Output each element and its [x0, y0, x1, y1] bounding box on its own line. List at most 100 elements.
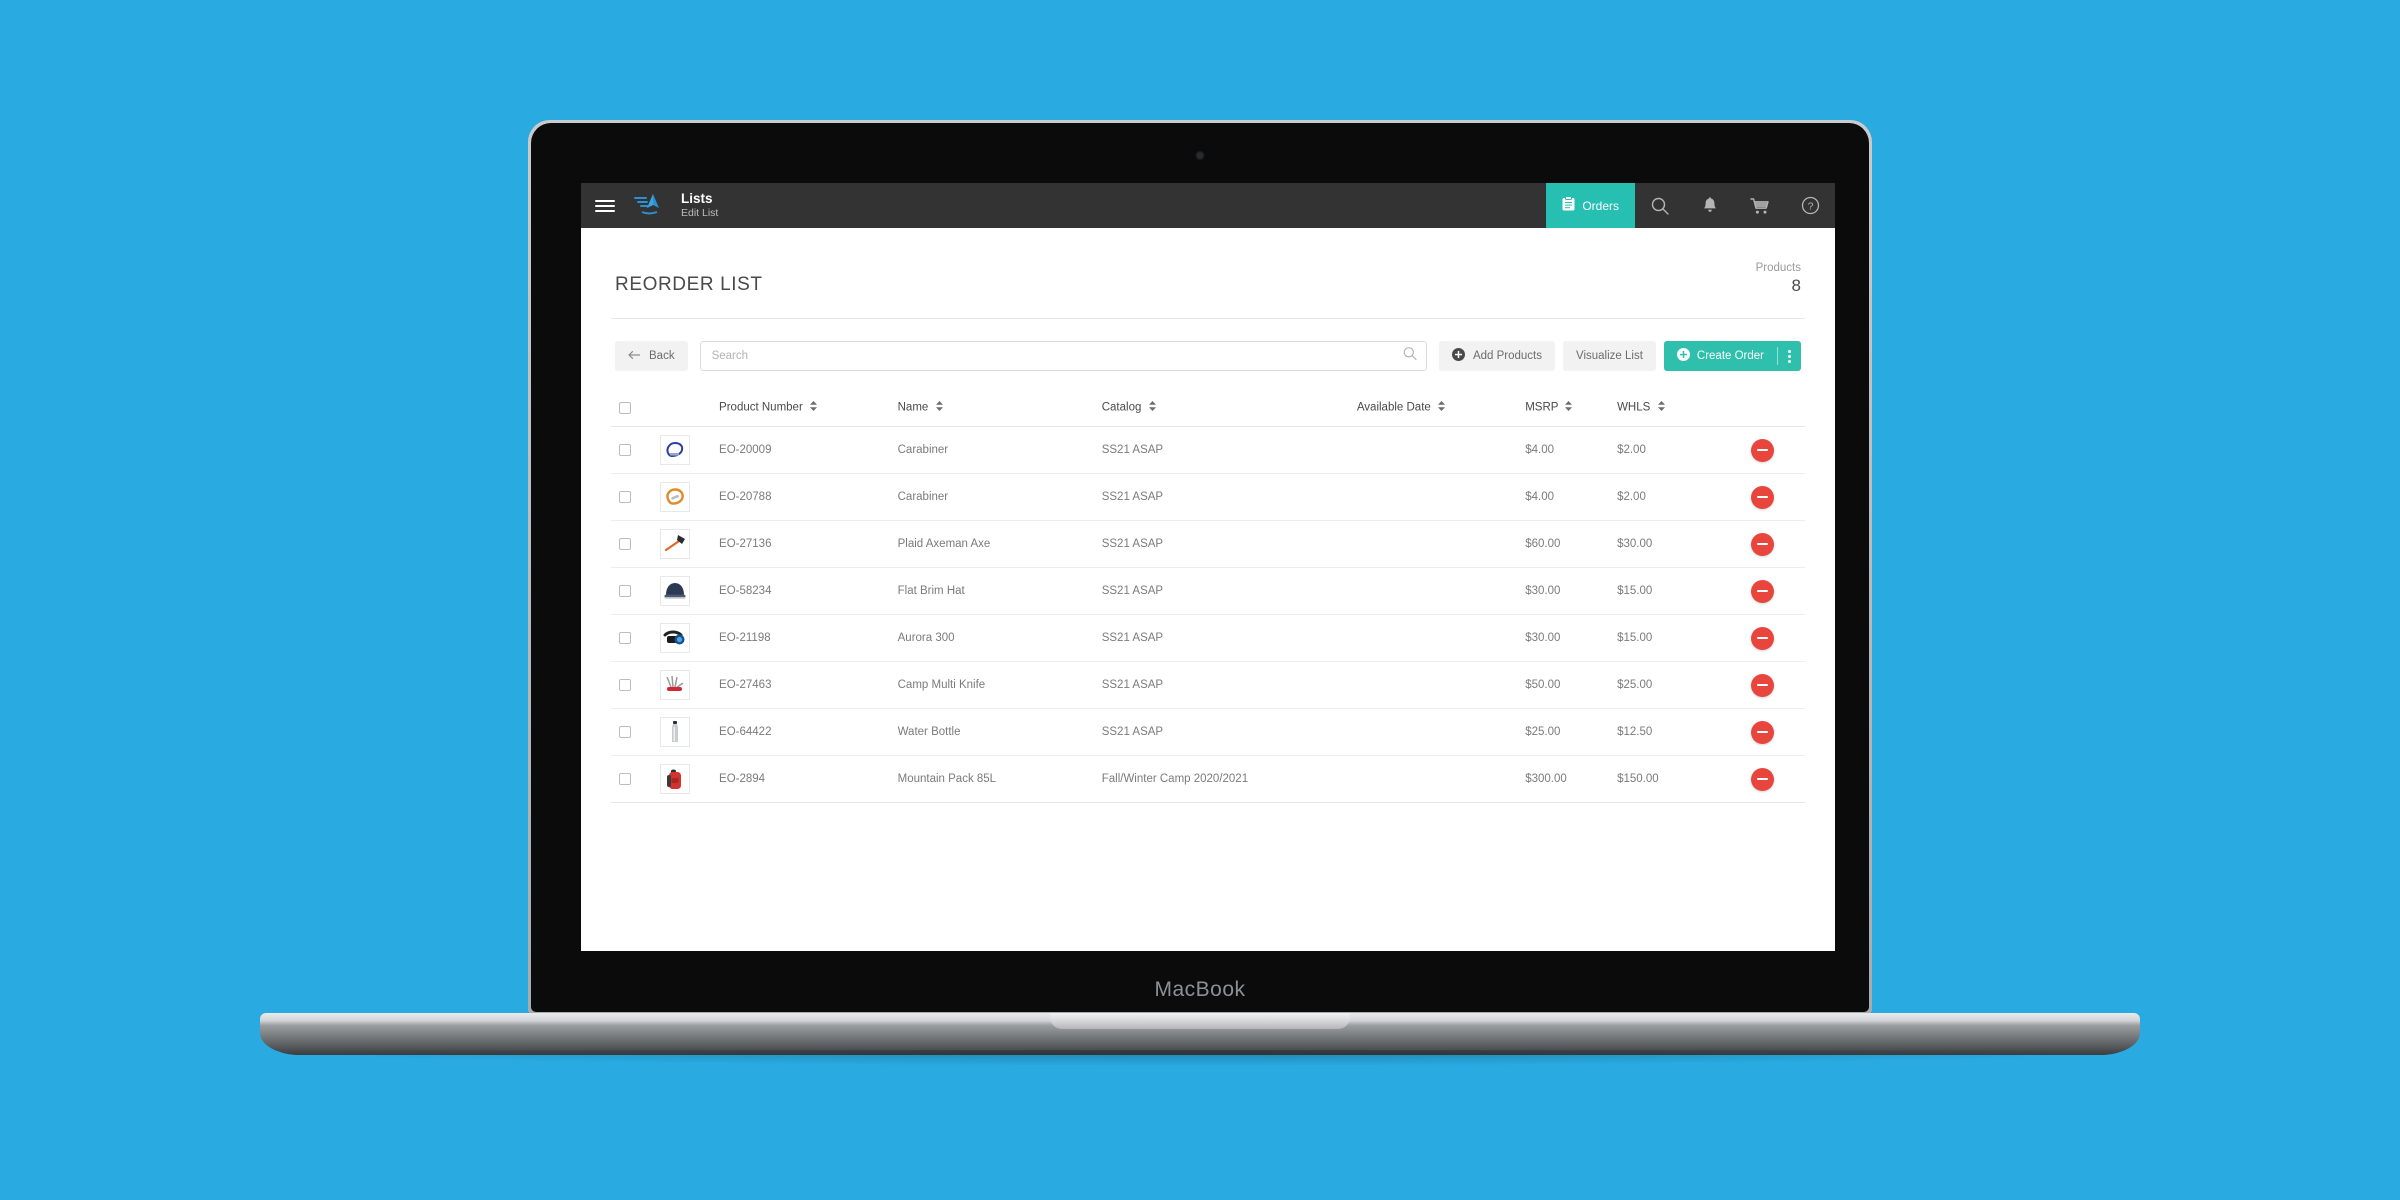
cell-name: Camp Multi Knife: [891, 661, 1096, 709]
row-checkbox[interactable]: [619, 585, 631, 597]
visualize-list-label: Visualize List: [1575, 350, 1643, 362]
carabiner-orange-icon[interactable]: [659, 482, 690, 512]
cell-catalog: SS21 ASAP: [1095, 708, 1351, 756]
column-header-name[interactable]: Name: [891, 391, 1096, 427]
search-icon[interactable]: [1403, 347, 1417, 366]
minus-circle-icon[interactable]: [1751, 438, 1775, 462]
cell-available-date: [1350, 520, 1520, 568]
column-header-catalog[interactable]: Catalog: [1095, 391, 1351, 427]
thumbnail-header: [653, 391, 714, 427]
row-checkbox[interactable]: [619, 726, 631, 738]
hat-icon[interactable]: [659, 576, 690, 606]
sort-arrows-icon[interactable]: [1657, 401, 1665, 414]
cell-name: Flat Brim Hat: [891, 567, 1096, 615]
visualize-list-button[interactable]: Visualize List: [1562, 341, 1656, 371]
column-header-product-number[interactable]: Product Number: [713, 391, 892, 427]
minus-circle-icon[interactable]: [1751, 485, 1775, 509]
back-button[interactable]: Back: [615, 341, 688, 371]
column-label: WHLS: [1617, 401, 1651, 414]
column-header-available-date[interactable]: Available Date: [1350, 391, 1520, 427]
brand-logo-icon[interactable]: [631, 191, 665, 221]
headlamp-icon[interactable]: [659, 623, 690, 653]
row-checkbox[interactable]: [619, 679, 631, 691]
table-row[interactable]: EO-27136 Plaid Axeman Axe SS21 ASAP $60.00 $…: [611, 520, 1805, 568]
sort-arrows-icon[interactable]: [935, 401, 943, 414]
minus-circle-icon[interactable]: [1751, 579, 1775, 603]
select-all-checkbox[interactable]: [619, 401, 631, 414]
row-action-cell: [1723, 708, 1805, 756]
row-select-cell: [611, 473, 654, 521]
column-label: Product Number: [719, 401, 803, 414]
kebab-menu-icon[interactable]: [1778, 349, 1801, 363]
minus-circle-icon[interactable]: [1751, 767, 1775, 791]
cell-whls: $25.00: [1611, 661, 1724, 709]
back-button-label: Back: [649, 350, 675, 362]
cart-icon[interactable]: [1735, 183, 1785, 228]
column-header-whls[interactable]: WHLS: [1611, 391, 1724, 427]
row-checkbox[interactable]: [619, 538, 631, 550]
table-row[interactable]: EO-20788 Carabiner SS21 ASAP $4.00 $2.00: [611, 473, 1805, 521]
cell-available-date: [1350, 708, 1520, 756]
row-checkbox[interactable]: [619, 773, 631, 785]
backpack-icon[interactable]: [659, 764, 690, 794]
cell-product-number: EO-20009: [713, 426, 892, 474]
sort-arrows-icon[interactable]: [1565, 401, 1573, 414]
row-checkbox[interactable]: [619, 491, 631, 503]
cell-product-number: EO-27463: [713, 661, 892, 709]
add-products-button[interactable]: Add Products: [1438, 341, 1555, 371]
row-checkbox[interactable]: [619, 632, 631, 644]
cell-msrp: $30.00: [1519, 567, 1612, 615]
row-checkbox[interactable]: [619, 444, 631, 456]
cell-whls: $150.00: [1611, 755, 1724, 803]
create-order-main[interactable]: Create Order: [1664, 348, 1777, 364]
table-row[interactable]: EO-21198 Aurora 300 SS21 ASAP $30.00 $15.00: [611, 614, 1805, 662]
table-row[interactable]: EO-2894 Mountain Pack 85L Fall/Winter Camp…: [611, 755, 1805, 803]
minus-circle-icon[interactable]: [1751, 720, 1775, 744]
cell-msrp: $25.00: [1519, 708, 1612, 756]
minus-circle-icon[interactable]: [1751, 626, 1775, 650]
row-thumbnail-cell: [653, 520, 714, 568]
sort-arrows-icon[interactable]: [809, 401, 817, 414]
table-row[interactable]: EO-64422 Water Bottle SS21 ASAP $25.00 $12.5…: [611, 708, 1805, 756]
table-row[interactable]: EO-20009 Carabiner SS21 ASAP $4.00 $2.00: [611, 426, 1805, 474]
column-header-msrp[interactable]: MSRP: [1519, 391, 1612, 427]
clipboard-icon: [1562, 195, 1575, 216]
search-input[interactable]: [699, 341, 1427, 371]
table-row[interactable]: EO-58234 Flat Brim Hat SS21 ASAP $30.00 $15.…: [611, 567, 1805, 615]
cell-name: Carabiner: [891, 426, 1096, 474]
sort-arrows-icon[interactable]: [1148, 401, 1156, 414]
minus-circle-icon[interactable]: [1751, 673, 1775, 697]
cell-name: Aurora 300: [891, 614, 1096, 662]
axe-icon[interactable]: [659, 529, 690, 559]
cell-name: Plaid Axeman Axe: [891, 520, 1096, 568]
carabiner-blue-icon[interactable]: [659, 435, 690, 465]
row-thumbnail-cell: [653, 755, 714, 803]
select-all-header: [611, 391, 654, 427]
bottle-icon[interactable]: [659, 717, 690, 747]
table-header-row: Product Number Name Catalog Available Da…: [611, 391, 1805, 427]
bell-icon[interactable]: [1685, 183, 1735, 228]
sort-arrows-icon[interactable]: [1438, 401, 1445, 414]
cell-product-number: EO-20788: [713, 473, 892, 521]
minus-circle-icon[interactable]: [1751, 532, 1775, 556]
orders-button[interactable]: Orders: [1546, 183, 1635, 228]
arrow-left-icon: [628, 350, 641, 363]
cell-product-number: EO-64422: [713, 708, 892, 756]
cell-name: Mountain Pack 85L: [891, 755, 1096, 803]
table-row[interactable]: EO-27463 Camp Multi Knife SS21 ASAP $50.00 $…: [611, 661, 1805, 709]
row-thumbnail-cell: [653, 708, 714, 756]
row-select-cell: [611, 614, 654, 662]
search-icon[interactable]: [1635, 183, 1685, 228]
row-thumbnail-cell: [653, 426, 714, 474]
column-label: Name: [897, 401, 929, 414]
add-products-label: Add Products: [1472, 350, 1542, 362]
hamburger-menu-icon[interactable]: [595, 199, 615, 212]
cell-msrp: $60.00: [1519, 520, 1612, 568]
create-order-button[interactable]: Create Order: [1663, 341, 1801, 371]
help-icon[interactable]: ?: [1785, 183, 1835, 228]
row-select-cell: [611, 520, 654, 568]
row-action-cell: [1723, 661, 1805, 709]
cell-available-date: [1350, 614, 1520, 662]
multitool-icon[interactable]: [659, 670, 690, 700]
cell-catalog: SS21 ASAP: [1095, 614, 1351, 662]
